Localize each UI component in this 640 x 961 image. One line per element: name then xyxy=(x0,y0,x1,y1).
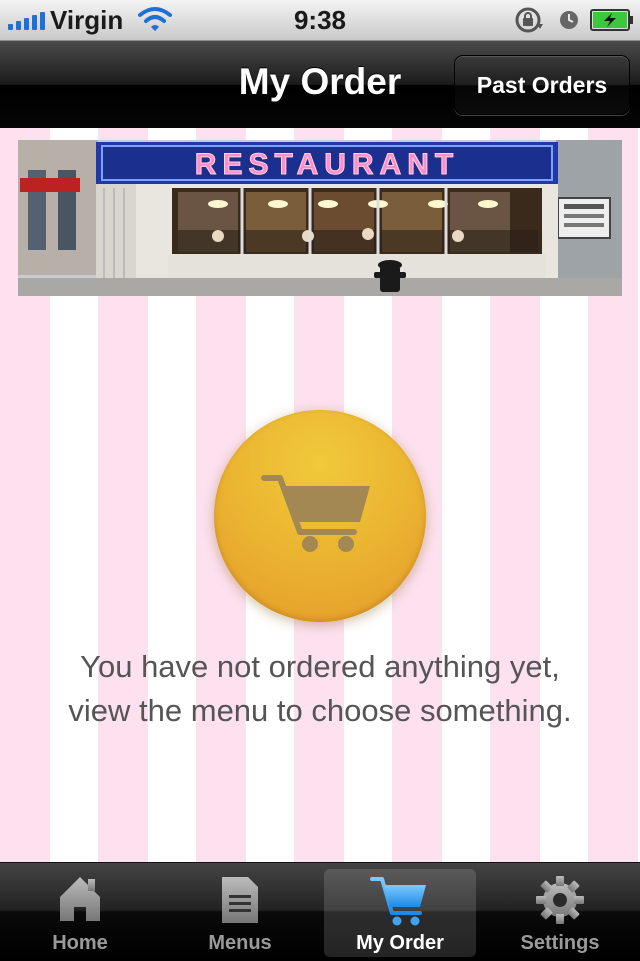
past-orders-button[interactable]: Past Orders xyxy=(454,55,630,115)
tab-my-order-label: My Order xyxy=(356,932,444,954)
tab-home[interactable]: Home xyxy=(0,863,160,961)
tab-bar: Home Menus My Order Settings xyxy=(0,862,640,961)
status-bar: Virgin 9:38 xyxy=(0,0,640,41)
tab-settings[interactable]: Settings xyxy=(480,863,640,961)
restaurant-banner-image: RESTAURANT xyxy=(18,140,622,296)
empty-order-message-line2: view the menu to choose something. xyxy=(68,693,572,728)
tab-my-order[interactable]: My Order xyxy=(320,863,480,961)
tab-menus[interactable]: Menus xyxy=(160,863,320,961)
battery-icon xyxy=(590,9,633,31)
tab-settings-label: Settings xyxy=(520,932,600,954)
empty-cart-badge xyxy=(214,410,426,622)
navigation-bar: My Order Past Orders xyxy=(0,41,640,128)
rotation-lock-icon xyxy=(515,7,543,33)
document-icon xyxy=(222,877,258,923)
gear-icon xyxy=(536,876,584,924)
order-content: RESTAURANT You have not ordered anything… xyxy=(0,128,640,862)
alarm-icon xyxy=(560,11,578,29)
empty-order-message-line1: You have not ordered anything yet, xyxy=(80,649,560,684)
restaurant-sign-text: RESTAURANT xyxy=(195,148,459,181)
cart-icon xyxy=(370,877,426,926)
tab-menus-label: Menus xyxy=(208,932,272,954)
tab-home-label: Home xyxy=(52,932,108,954)
home-icon xyxy=(60,877,100,921)
empty-order-message: You have not ordered anything yet, view … xyxy=(0,645,640,733)
shopping-cart-icon xyxy=(261,475,370,552)
